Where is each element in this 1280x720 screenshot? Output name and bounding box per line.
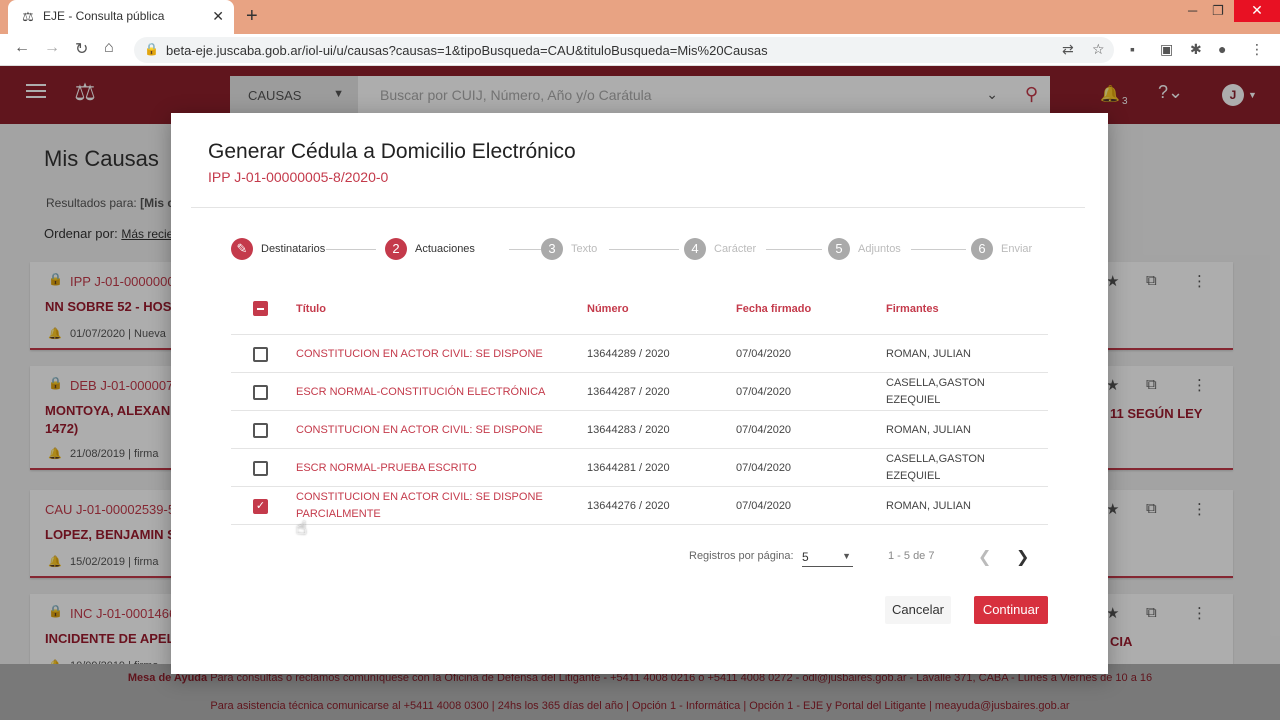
generate-cedula-dialog: Generar Cédula a Domicilio Electrónico I… xyxy=(171,113,1108,674)
step-label: Destinatarios xyxy=(261,243,326,255)
step-label: Carácter xyxy=(714,243,757,255)
profile-icon[interactable]: ● xyxy=(1218,41,1226,57)
extension-icon[interactable]: ▣ xyxy=(1160,41,1173,58)
row-signers: CASELLA,GASTON EZEQUIEL xyxy=(886,453,985,482)
reload-icon[interactable]: ↻ xyxy=(75,39,88,59)
bookmark-star-icon[interactable]: ☆ xyxy=(1092,41,1105,58)
dialog-title: Generar Cédula a Domicilio Electrónico xyxy=(208,140,576,163)
row-signers: CASELLA,GASTON EZEQUIEL xyxy=(886,377,985,406)
row-checkbox[interactable] xyxy=(253,461,268,476)
stepper-connector xyxy=(509,249,541,250)
site-logo-icon: ⚖ xyxy=(22,9,34,24)
row-signers: ROMAN, JULIAN xyxy=(886,424,971,436)
row-date: 07/04/2020 xyxy=(736,348,792,360)
table-row[interactable]: ESCR NORMAL-PRUEBA ESCRITO 13644281 / 20… xyxy=(231,449,1048,487)
table-header: Título Número Fecha firmado Firmantes xyxy=(231,289,1048,335)
column-signers[interactable]: Firmantes xyxy=(886,303,939,315)
stepper-connector xyxy=(326,249,376,250)
stepper-connector xyxy=(911,249,966,250)
close-tab-icon[interactable]: ✕ xyxy=(212,8,224,25)
step-number: 4 xyxy=(684,238,706,260)
row-checkbox[interactable]: ✓ xyxy=(253,499,268,514)
back-icon[interactable]: ← xyxy=(14,39,30,57)
row-number: 13644276 / 2020 xyxy=(587,500,670,512)
chevron-left-icon[interactable]: ❮ xyxy=(978,547,991,567)
cancel-button[interactable]: Cancelar xyxy=(885,596,951,624)
address-bar: ← → ↻ ⌂ 🔒 beta-eje.juscaba.gob.ar/iol-ui… xyxy=(0,34,1280,66)
row-date: 07/04/2020 xyxy=(736,386,792,398)
lock-icon: 🔒 xyxy=(144,42,159,56)
forward-icon[interactable]: → xyxy=(44,39,60,57)
row-date: 07/04/2020 xyxy=(736,500,792,512)
step-number: 2 xyxy=(385,238,407,260)
per-page-label: Registros por página: xyxy=(689,550,794,562)
row-checkbox[interactable] xyxy=(253,347,268,362)
window-close-icon[interactable]: ✕ xyxy=(1234,0,1280,22)
step-label: Actuaciones xyxy=(415,243,475,255)
row-number: 13644283 / 2020 xyxy=(587,424,670,436)
table-row[interactable]: ESCR NORMAL-CONSTITUCIÓN ELECTRÓNICA 136… xyxy=(231,373,1048,411)
extension-icon[interactable]: ▪ xyxy=(1130,41,1135,57)
url-field[interactable]: 🔒 beta-eje.juscaba.gob.ar/iol-ui/u/causa… xyxy=(134,37,1114,63)
dialog-subtitle: IPP J-01-00000005-8/2020-0 xyxy=(208,169,389,185)
row-number: 13644287 / 2020 xyxy=(587,386,670,398)
row-checkbox[interactable] xyxy=(253,423,268,438)
row-date: 07/04/2020 xyxy=(736,424,792,436)
row-title[interactable]: CONSTITUCION EN ACTOR CIVIL: SE DISPONE xyxy=(296,346,566,363)
home-icon[interactable]: ⌂ xyxy=(104,39,114,57)
puzzle-icon[interactable]: ✱ xyxy=(1190,41,1202,58)
row-signers: ROMAN, JULIAN xyxy=(886,500,971,512)
new-tab-icon[interactable]: + xyxy=(246,5,258,28)
divider xyxy=(191,207,1085,208)
browser-tab-bar: ⚖ EJE - Consulta pública ✕ + ─ ❐ ✕ xyxy=(0,0,1280,34)
step-number: 6 xyxy=(971,238,993,260)
pencil-icon: ✎ xyxy=(231,238,253,260)
caret-down-icon: ▼ xyxy=(842,551,851,561)
step-label: Enviar xyxy=(1001,243,1033,255)
column-date[interactable]: Fecha firmado xyxy=(736,303,811,315)
per-page-value: 5 xyxy=(802,550,809,564)
row-number: 13644281 / 2020 xyxy=(587,462,670,474)
translate-icon[interactable]: ⇄ xyxy=(1062,41,1074,58)
stepper-connector xyxy=(766,249,822,250)
row-title[interactable]: ESCR NORMAL-PRUEBA ESCRITO xyxy=(296,460,566,477)
continue-button[interactable]: Continuar xyxy=(974,596,1048,624)
table-row[interactable]: CONSTITUCION EN ACTOR CIVIL: SE DISPONE … xyxy=(231,411,1048,449)
per-page-select[interactable]: 5 ▼ xyxy=(802,547,853,567)
tab-title: EJE - Consulta pública xyxy=(43,9,165,23)
step-number: 5 xyxy=(828,238,850,260)
table-row[interactable]: ✓ CONSTITUCION EN ACTOR CIVIL: SE DISPON… xyxy=(231,487,1048,525)
step-label: Texto xyxy=(571,243,598,255)
row-title[interactable]: CONSTITUCION EN ACTOR CIVIL: SE DISPONE xyxy=(296,422,566,439)
column-title[interactable]: Título xyxy=(296,303,326,315)
chevron-right-icon[interactable]: ❯ xyxy=(1016,547,1029,567)
table-row[interactable]: CONSTITUCION EN ACTOR CIVIL: SE DISPONE … xyxy=(231,335,1048,373)
minimize-icon[interactable]: ─ xyxy=(1188,3,1197,18)
restore-icon[interactable]: ❐ xyxy=(1212,3,1224,19)
pager-range: 1 - 5 de 7 xyxy=(888,550,935,562)
select-all-checkbox[interactable] xyxy=(253,301,268,316)
column-number[interactable]: Número xyxy=(587,303,629,315)
row-signers: ROMAN, JULIAN xyxy=(886,348,971,360)
row-checkbox[interactable] xyxy=(253,385,268,400)
row-number: 13644289 / 2020 xyxy=(587,348,670,360)
step-label: Adjuntos xyxy=(858,243,901,255)
browser-tab[interactable]: ⚖ EJE - Consulta pública ✕ xyxy=(8,0,234,34)
hand-cursor-icon: ☝ xyxy=(296,518,307,538)
stepper-connector xyxy=(609,249,679,250)
step-number: 3 xyxy=(541,238,563,260)
row-title[interactable]: CONSTITUCION EN ACTOR CIVIL: SE DISPONE … xyxy=(296,489,546,523)
row-title[interactable]: ESCR NORMAL-CONSTITUCIÓN ELECTRÓNICA xyxy=(296,384,566,401)
row-date: 07/04/2020 xyxy=(736,462,792,474)
menu-icon[interactable]: ⋮ xyxy=(1250,41,1264,58)
url-text: beta-eje.juscaba.gob.ar/iol-ui/u/causas?… xyxy=(166,43,768,58)
